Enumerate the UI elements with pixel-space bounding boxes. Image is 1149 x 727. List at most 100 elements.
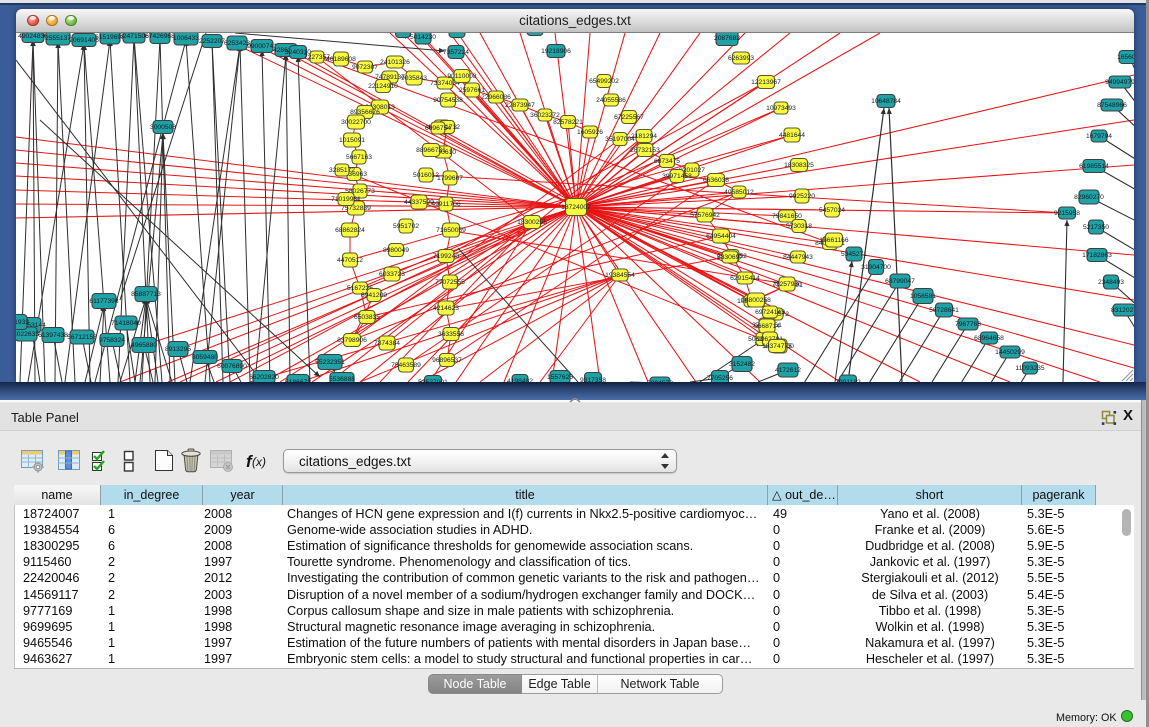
svg-text:1557625: 1557625 [547,374,573,381]
svg-text:3000508: 3000508 [150,124,176,131]
svg-text:5730318: 5730318 [786,223,812,230]
svg-text:4198482: 4198482 [507,378,533,382]
svg-text:11093235: 11093235 [1015,365,1045,372]
svg-text:36023272: 36023272 [530,112,560,119]
svg-text:5217350: 5217350 [1083,224,1109,231]
svg-text:6096754: 6096754 [425,125,451,132]
svg-text:68799047: 68799047 [885,278,915,285]
svg-text:1799667: 1799667 [437,175,463,182]
svg-text:88966731: 88966731 [416,147,446,154]
svg-text:1015091: 1015091 [339,137,365,144]
svg-text:85887713: 85887713 [131,291,161,298]
svg-text:6263993: 6263993 [728,55,754,62]
svg-text:90110008: 90110008 [447,73,477,80]
svg-text:69724143: 69724143 [755,309,785,316]
svg-text:18374775: 18374775 [762,343,792,350]
svg-text:2348493: 2348493 [1098,279,1124,286]
svg-text:7374384: 7374384 [374,340,400,347]
svg-text:49911706: 49911706 [431,201,461,208]
svg-text:44337599: 44337599 [404,199,434,206]
svg-text:71019981: 71019981 [331,196,361,203]
svg-text:1679794: 1679794 [1086,133,1112,140]
svg-text:82578221: 82578221 [553,119,583,126]
svg-text:9668714: 9668714 [754,323,780,330]
svg-text:90754538: 90754538 [433,97,463,104]
svg-text:8941209: 8941209 [361,292,387,299]
svg-text:1006433: 1006433 [173,35,199,42]
svg-text:56728641: 56728641 [929,307,959,314]
svg-text:75732839: 75732839 [341,205,371,212]
svg-text:31904700: 31904700 [861,264,891,271]
svg-text:9925220: 9925220 [789,193,815,200]
svg-text:55232351: 55232351 [315,359,345,366]
svg-text:9072307: 9072307 [352,64,378,71]
svg-text:5016012: 5016012 [413,172,439,179]
svg-text:30022700: 30022700 [341,119,371,126]
svg-text:5536888: 5536888 [329,376,355,382]
svg-text:5014230: 5014230 [410,34,436,41]
svg-text:61397438: 61397438 [38,332,68,339]
svg-text:6636038: 6636038 [703,177,729,184]
svg-text:1605926: 1605926 [577,129,603,136]
svg-text:67225567: 67225567 [614,114,644,121]
svg-text:28732153: 28732153 [630,147,660,154]
svg-text:64954404: 64954404 [706,233,736,240]
svg-text:39971458: 39971458 [662,173,692,180]
svg-text:68964658: 68964658 [974,335,1004,342]
svg-text:(x): (x) [252,455,266,469]
svg-text:4965880: 4965880 [131,342,157,349]
svg-text:46189608: 46189608 [326,56,356,63]
svg-text:71650059: 71650059 [436,227,466,234]
svg-text:1056581: 1056581 [910,293,936,300]
svg-text:83798906: 83798906 [337,337,367,344]
svg-text:5457024: 5457024 [819,207,845,214]
svg-text:71418040: 71418040 [111,320,141,327]
svg-text:16661166: 16661166 [819,237,849,244]
svg-text:8022633: 8022633 [16,331,39,338]
svg-text:5951702: 5951702 [393,223,419,230]
svg-text:6033723: 6033723 [379,271,405,278]
svg-text:56712158: 56712158 [67,334,97,341]
svg-text:9758324: 9758324 [99,337,125,344]
svg-text:84447943: 84447943 [783,254,813,261]
svg-text:60076890: 60076890 [217,363,247,370]
svg-text:82960270: 82960270 [1074,194,1104,201]
svg-text:19384554: 19384554 [605,272,635,279]
svg-text:7199240: 7199240 [433,253,459,260]
svg-text:10648784: 10648784 [871,98,901,105]
svg-text:68862824: 68862824 [335,227,365,234]
svg-text:2087682: 2087682 [714,35,740,42]
svg-text:18300295: 18300295 [517,219,547,226]
svg-text:49024836: 49024836 [18,33,48,40]
svg-text:2252207: 2252207 [199,38,225,45]
svg-text:9215958: 9215958 [1054,210,1080,217]
svg-text:5667163: 5667163 [346,154,372,161]
svg-text:75463589: 75463589 [391,362,421,369]
svg-text:3152482: 3152482 [729,361,755,368]
svg-text:66202820: 66202820 [249,374,279,381]
svg-text:14450299: 14450299 [995,349,1025,356]
svg-text:2597661: 2597661 [459,87,485,94]
svg-text:98800258: 98800258 [741,297,771,304]
svg-text:1656036: 1656036 [1117,54,1134,61]
svg-text:5345271: 5345271 [841,251,867,258]
svg-text:53527901: 53527901 [418,379,448,382]
svg-text:40585012: 40585012 [724,189,754,196]
svg-text:9035843: 9035843 [401,75,427,82]
svg-text:87548966: 87548966 [1097,102,1127,109]
svg-text:7705256: 7705256 [707,375,733,382]
svg-text:8913295: 8913295 [165,346,191,353]
svg-text:10973493: 10973493 [766,105,796,112]
svg-text:24101326: 24101326 [380,59,410,66]
svg-text:14746811: 14746811 [442,33,472,34]
svg-text:62915414: 62915414 [730,275,760,282]
svg-text:4172612: 4172612 [775,367,801,374]
svg-text:6503835: 6503835 [354,314,380,321]
svg-text:8312027: 8312027 [1111,307,1134,314]
svg-text:7967768: 7967768 [955,321,981,328]
svg-text:4481644: 4481644 [779,132,805,139]
svg-text:5804578: 5804578 [647,380,673,382]
svg-text:5186673: 5186673 [285,379,311,382]
svg-text:8980049: 8980049 [383,247,409,254]
svg-text:5330697: 5330697 [717,254,743,261]
